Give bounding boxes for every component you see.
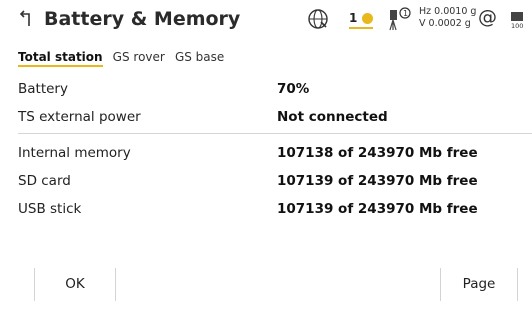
softkey-separator — [517, 268, 518, 301]
row-internal-memory: Internal memory 107138 of 243970 Mb free — [0, 138, 532, 166]
section-divider — [18, 133, 532, 134]
battery-icon[interactable]: 100 — [511, 10, 532, 32]
row-external-power: TS external power Not connected — [0, 102, 532, 130]
row-value: 107138 of 243970 Mb free — [277, 145, 478, 161]
page-title: Battery & Memory — [44, 8, 241, 30]
ok-button[interactable]: OK — [35, 267, 115, 301]
satellite-status[interactable]: 1 — [349, 8, 383, 30]
satellite-count: 1 — [349, 11, 358, 25]
tab-total-station[interactable]: Total station — [18, 50, 103, 67]
row-label: Internal memory — [18, 145, 131, 161]
v-angle: V 0.0002 g — [419, 18, 471, 29]
satellite-icon — [362, 13, 373, 24]
row-label: TS external power — [18, 109, 141, 125]
tab-bar: Total station GS rover GS base — [18, 46, 229, 68]
hz-angle: Hz 0.0010 g — [419, 6, 477, 17]
row-label: USB stick — [18, 201, 82, 217]
svg-text:1: 1 — [403, 9, 408, 18]
softkey-separator — [115, 268, 116, 301]
tab-gs-rover[interactable]: GS rover — [113, 50, 165, 64]
prism-icon[interactable]: 1 — [388, 6, 412, 32]
row-label: Battery — [18, 81, 68, 97]
row-label: SD card — [18, 173, 71, 189]
title-bar: Battery & Memory 1 1 Hz 0.0010 g V 0.000… — [0, 0, 532, 38]
angle-readout: Hz 0.0010 g V 0.0002 g — [419, 6, 476, 30]
row-battery: Battery 70% — [0, 74, 532, 102]
globe-icon[interactable] — [307, 8, 329, 30]
row-usb-stick: USB stick 107139 of 243970 Mb free — [0, 194, 532, 222]
row-value: 70% — [277, 81, 310, 97]
row-value: 107139 of 243970 Mb free — [277, 173, 478, 189]
row-value: 107139 of 243970 Mb free — [277, 201, 478, 217]
battery-text: 100 — [511, 22, 524, 30]
connection-icon[interactable]: @ — [478, 6, 497, 28]
page-button[interactable]: Page — [441, 267, 517, 301]
back-arrow-icon[interactable] — [18, 9, 34, 29]
softkey-bar: OK Page — [0, 267, 532, 322]
row-value: Not connected — [277, 109, 388, 125]
row-sd-card: SD card 107139 of 243970 Mb free — [0, 166, 532, 194]
tab-gs-base[interactable]: GS base — [175, 50, 224, 64]
